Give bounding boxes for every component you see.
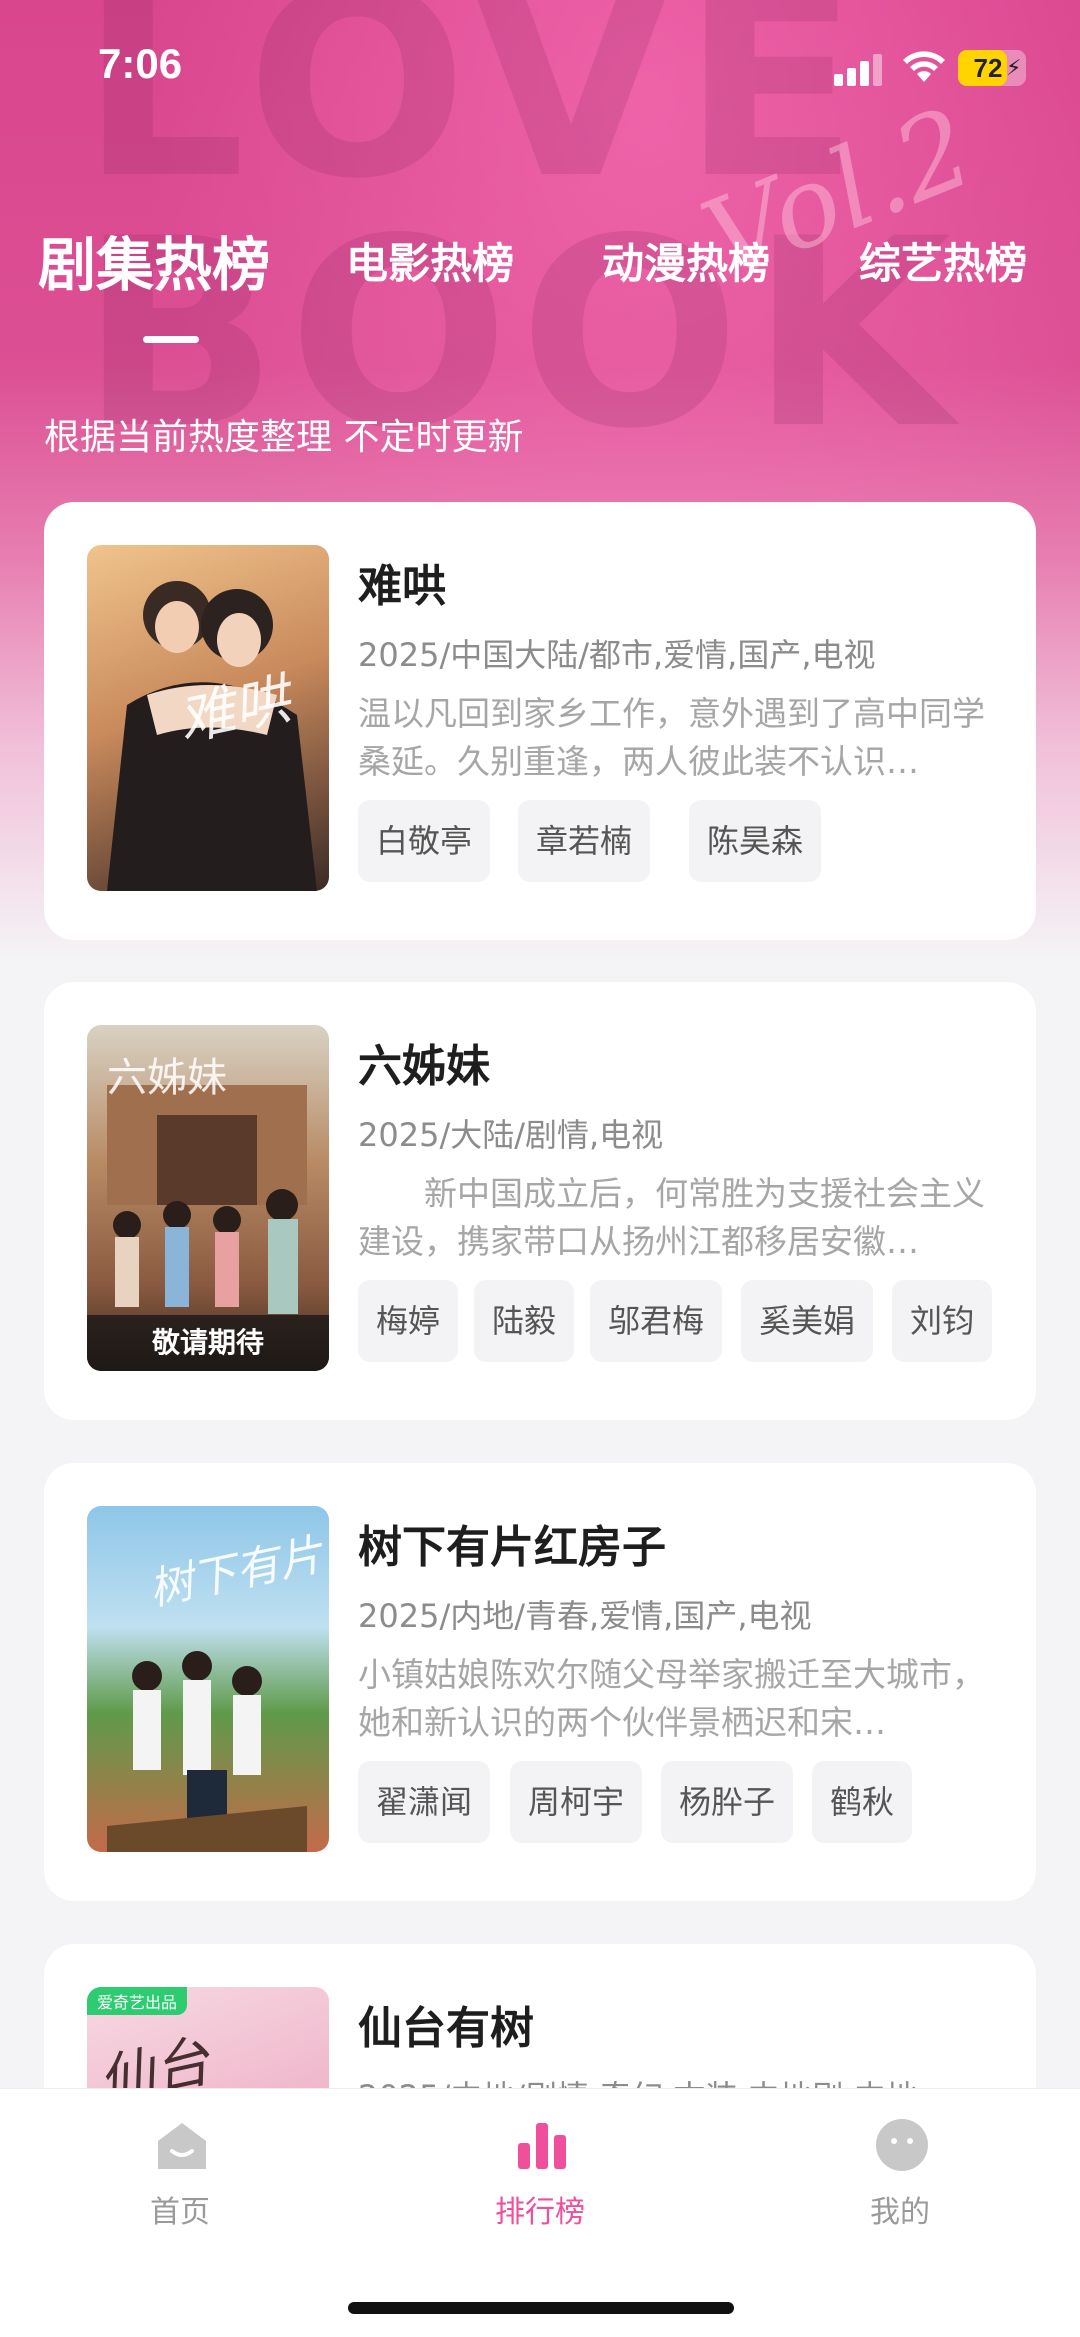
show-meta: 2025/大陆/剧情,电视 [358, 1116, 664, 1154]
show-title: 难哄 [358, 561, 446, 612]
show-meta: 2025/中国大陆/都市,爱情,国产,电视 [358, 636, 876, 674]
nav-label: 我的 [870, 2195, 930, 2230]
active-tab-indicator [143, 336, 199, 343]
show-description: 小镇姑娘陈欢尔随父母举家搬迁至大城市，她和新认识的两个伙伴景栖迟和宋… [358, 1655, 985, 1742]
show-poster: 六姊妹 敬请期待 [87, 1025, 329, 1371]
ranking-subtitle: 根据当前热度整理 不定时更新 [44, 417, 524, 458]
cast-tags: 翟潇闻 周柯宇 杨肸子 鹤秋 [358, 1761, 1038, 1843]
show-description: 新中国成立后，何常胜为支援社会主义建设，携家带口从扬州江都移居安徽… [358, 1174, 985, 1261]
poster-title-art: 六姊妹 [107, 1055, 227, 1101]
cast-tag[interactable]: 邬君梅 [590, 1280, 723, 1362]
tab-anime-ranking[interactable]: 动漫热榜 [602, 230, 770, 291]
show-poster: 难哄 [87, 545, 329, 891]
cast-tag[interactable]: 周柯宇 [510, 1761, 643, 1843]
ranking-chart-icon [518, 2123, 566, 2169]
charging-bolt-icon: ⚡ [1006, 56, 1022, 81]
status-time: 7:06 [98, 40, 183, 87]
cast-tags: 梅婷 陆毅 邬君梅 奚美娟 刘钧 [358, 1280, 1038, 1362]
wifi-icon [903, 51, 945, 82]
nav-item-profile[interactable]: 我的 [800, 2089, 1000, 2249]
poster-badge: 爱奇艺出品 [87, 1987, 188, 2015]
nav-item-home[interactable]: 首页 [80, 2089, 280, 2249]
poster-caption: 敬请期待 [87, 1315, 329, 1371]
show-card[interactable]: 难哄 难哄 2025/中国大陆/都市,爱情,国产,电视 温以凡回到家乡工作，意外… [44, 502, 1036, 940]
cellular-signal-icon [834, 54, 886, 86]
cast-tag[interactable]: 梅婷 [358, 1280, 459, 1362]
bottom-navigation: 首页 排行榜 我的 [0, 2088, 1080, 2337]
cast-tags: 白敬亭 章若楠 陈昊森 [358, 800, 1038, 882]
cast-tag[interactable]: 章若楠 [518, 800, 651, 882]
show-title: 六姊妹 [358, 1041, 490, 1092]
tab-variety-ranking[interactable]: 综艺热榜 [859, 230, 1027, 291]
profile-face-icon [876, 2119, 928, 2171]
cast-tag[interactable]: 奚美娟 [741, 1280, 874, 1362]
cast-tag[interactable]: 陈昊森 [689, 800, 822, 882]
cast-tag[interactable]: 刘钧 [892, 1280, 993, 1362]
show-title: 树下有片红房子 [358, 1522, 666, 1573]
show-card[interactable]: 树下有片 树下有片红房子 2025/内地/青春,爱情,国产,电视 小镇姑娘陈欢尔… [44, 1463, 1036, 1901]
cast-tag[interactable]: 白敬亭 [358, 800, 491, 882]
home-indicator [348, 2302, 734, 2314]
tab-movie-ranking[interactable]: 电影热榜 [346, 230, 514, 291]
cast-tag[interactable]: 鹤秋 [812, 1761, 913, 1843]
nav-label: 排行榜 [495, 2195, 585, 2230]
ranking-tabs: 剧集热榜 电影热榜 动漫热榜 综艺热榜 [0, 230, 1080, 350]
cast-tag[interactable]: 陆毅 [474, 1280, 575, 1362]
cast-tag[interactable]: 杨肸子 [661, 1761, 794, 1843]
show-description: 温以凡回到家乡工作，意外遇到了高中同学桑延。久别重逢，两人彼此装不认识… [358, 694, 985, 781]
nav-item-ranking[interactable]: 排行榜 [440, 2089, 640, 2249]
show-title: 仙台有树 [358, 2003, 534, 2054]
show-meta: 2025/内地/青春,爱情,国产,电视 [358, 1597, 812, 1635]
nav-label: 首页 [150, 2195, 210, 2230]
home-icon [158, 2123, 206, 2169]
battery-indicator: 72 ⚡ [958, 50, 1026, 86]
show-card[interactable]: 六姊妹 敬请期待 六姊妹 2025/大陆/剧情,电视 新中国成立后，何常胜为支援… [44, 982, 1036, 1420]
tab-tv-series-ranking[interactable]: 剧集热榜 [38, 218, 270, 302]
cast-tag[interactable]: 翟潇闻 [358, 1761, 491, 1843]
show-poster: 树下有片 [87, 1506, 329, 1852]
